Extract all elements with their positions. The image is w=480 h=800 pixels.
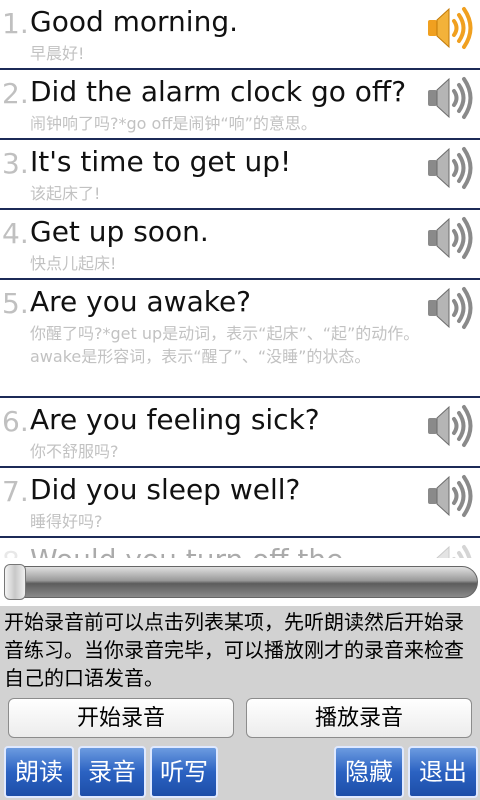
phrase-english: Are you feeling sick? [30, 403, 320, 436]
speaker-icon[interactable] [422, 542, 474, 558]
phrase-row[interactable]: 8. Would you turn off the [0, 538, 480, 558]
phrase-row[interactable]: 4. Get up soon. 快点儿起床! [0, 210, 480, 280]
speaker-icon[interactable] [422, 74, 474, 122]
start-recording-button[interactable]: 开始录音 [8, 698, 234, 738]
phrase-row[interactable]: 1. Good morning. 早晨好! [0, 0, 480, 70]
play-recording-button[interactable]: 播放录音 [246, 698, 472, 738]
phrase-number: 4. [2, 217, 29, 250]
slider-thumb[interactable] [4, 564, 26, 600]
phrase-row[interactable]: 6. Are you feeling sick? 你不舒服吗? [0, 398, 480, 468]
phrase-chinese: 你不舒服吗? [30, 442, 119, 461]
phrase-chinese: 早晨好! [30, 44, 85, 63]
phrase-row[interactable]: 3. It's time to get up! 该起床了! [0, 140, 480, 210]
phrase-number: 8. [2, 542, 29, 558]
dictation-button[interactable]: 听写 [150, 746, 218, 798]
recording-panel: 开始录音前可以点击列表某项，先听朗读然后开始录音练习。当你录音完毕，可以播放刚才… [0, 606, 480, 800]
record-button[interactable]: 录音 [78, 746, 146, 798]
phrase-number: 1. [2, 7, 29, 40]
phrase-english: Are you awake? [30, 285, 252, 318]
phrase-row[interactable]: 2. Did the alarm clock go off? 闹钟响了吗?*go… [0, 70, 480, 140]
phrase-number: 3. [2, 147, 29, 180]
speaker-icon[interactable] [422, 284, 474, 332]
phrase-english: Get up soon. [30, 215, 209, 248]
phrase-row[interactable]: 7. Did you sleep well? 睡得好吗? [0, 468, 480, 538]
phrase-number: 5. [2, 287, 29, 320]
phrase-english: It's time to get up! [30, 145, 292, 178]
instructions-text: 开始录音前可以点击列表某项，先听朗读然后开始录音练习。当你录音完毕，可以播放刚才… [4, 610, 464, 690]
phrase-number: 7. [2, 475, 29, 508]
phrase-english: Good morning. [30, 5, 239, 38]
phrase-english: Would you turn off the [30, 542, 343, 558]
playback-slider[interactable] [0, 558, 480, 606]
speaker-icon[interactable] [422, 402, 474, 450]
phrase-chinese: 你醒了吗?*get up是动词，表示“起床”、“起”的动作。awake是形容词，… [30, 324, 420, 366]
speaker-icon[interactable] [422, 144, 474, 192]
slider-track[interactable] [4, 566, 478, 598]
phrase-row[interactable]: 5. Are you awake? 你醒了吗?*get up是动词，表示“起床”… [0, 280, 480, 398]
phrase-list[interactable]: 1. Good morning. 早晨好! 2. Did the alarm c… [0, 0, 480, 558]
phrase-number: 6. [2, 405, 29, 438]
speaker-icon[interactable] [422, 214, 474, 262]
phrase-chinese: 睡得好吗? [30, 512, 103, 531]
phrase-english: Did you sleep well? [30, 473, 301, 506]
phrase-chinese: 该起床了! [30, 184, 101, 203]
exit-button[interactable]: 退出 [408, 746, 478, 798]
phrase-chinese: 闹钟响了吗?*go off是闹钟“响”的意思。 [30, 114, 317, 133]
read-button[interactable]: 朗读 [4, 746, 74, 798]
speaker-icon[interactable] [422, 472, 474, 520]
phrase-english: Did the alarm clock go off? [30, 75, 407, 108]
phrase-chinese: 快点儿起床! [30, 254, 117, 273]
speaker-icon[interactable] [422, 4, 474, 52]
phrase-number: 2. [2, 77, 29, 110]
hide-button[interactable]: 隐藏 [334, 746, 404, 798]
